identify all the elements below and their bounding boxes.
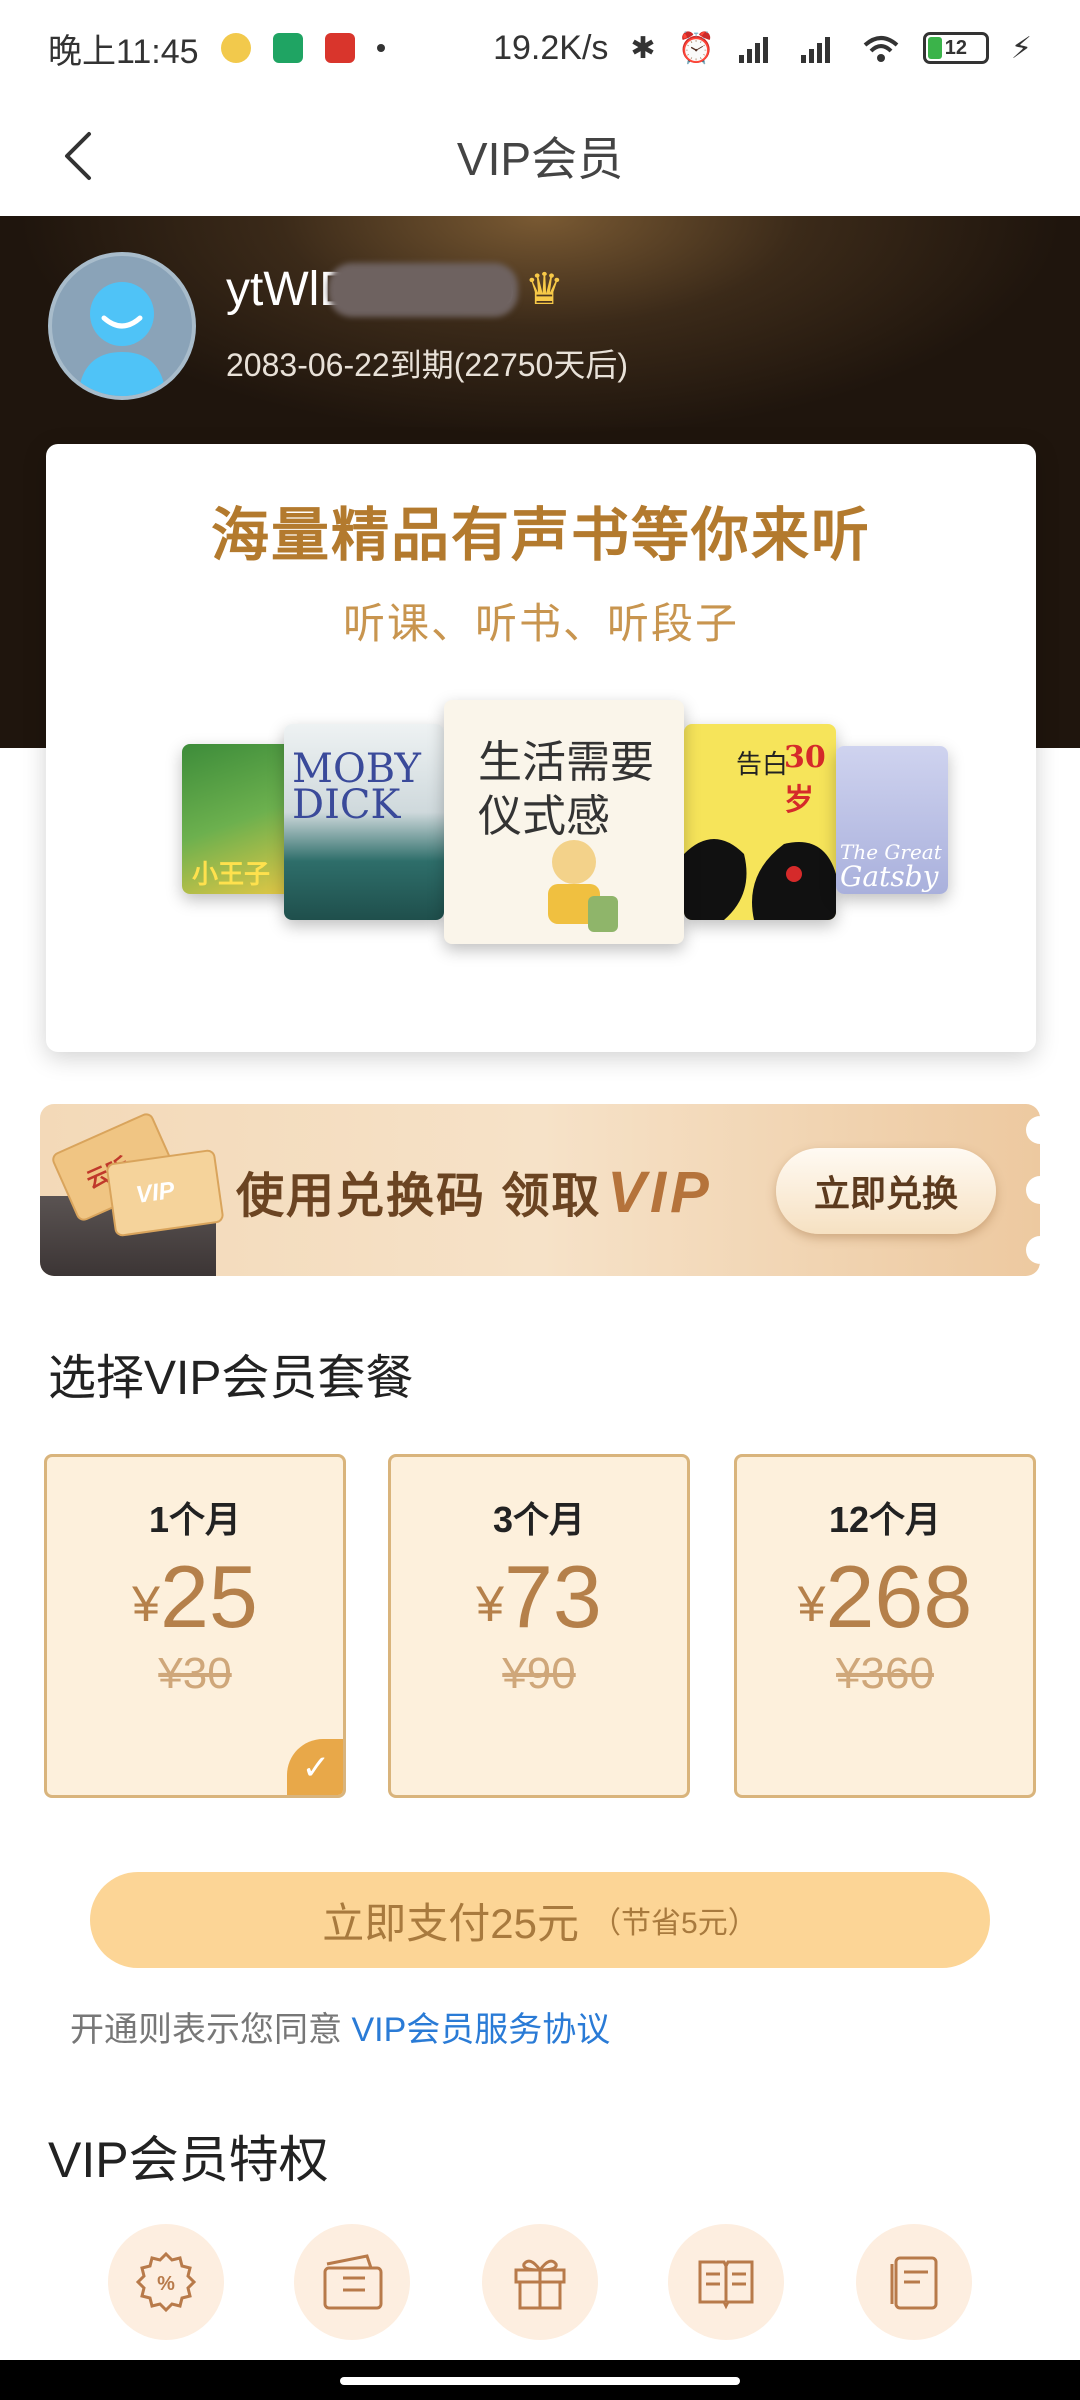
- default-avatar-icon: [78, 282, 166, 396]
- bluetooth-icon: ✱: [630, 31, 656, 65]
- book-cover-ritual[interactable]: 生活需要 仪式感: [444, 700, 684, 944]
- currency-symbol: ¥: [797, 1576, 826, 1632]
- wifi-icon: [863, 36, 899, 62]
- redeem-text: 使用兑换码 领取 VIP: [236, 1156, 713, 1226]
- book-cover-confession[interactable]: 告白 30岁: [684, 724, 836, 920]
- network-speed: 19.2K/s: [493, 28, 609, 67]
- book-cover-subtitle: 30岁: [784, 740, 826, 818]
- currency-symbol: ¥: [476, 1576, 504, 1632]
- plan-card-3-months[interactable]: 3个月 ¥73 ¥90: [388, 1454, 690, 1798]
- redeem-button[interactable]: 立即兑换: [776, 1148, 996, 1234]
- plan-duration: 3个月: [492, 1499, 586, 1540]
- status-time: 晚上11:45: [48, 32, 199, 71]
- book-cover-title: 告白: [736, 750, 789, 780]
- book-cover-subtitle: Gatsby: [840, 860, 939, 893]
- promo-subtitle: 听课、听书、听段子: [342, 600, 739, 647]
- selected-check-icon: ✓: [287, 1739, 343, 1795]
- gesture-bar: [0, 2360, 1080, 2400]
- avatar[interactable]: [48, 252, 196, 400]
- discount-icon-graphic: %: [135, 2251, 197, 2313]
- currency-symbol: ¥: [132, 1576, 160, 1632]
- agreement-text: 开通则表示您同意 VIP会员服务协议: [70, 2002, 610, 2051]
- ticket-graphic-2: VIP: [105, 1148, 225, 1238]
- discount-icon[interactable]: %: [108, 2224, 224, 2340]
- book-icon[interactable]: [668, 2224, 784, 2340]
- plan-price: ¥268: [737, 1553, 1033, 1641]
- agreement-prefix: 开通则表示您同意: [70, 2011, 352, 2049]
- plan-duration: 1个月: [148, 1499, 242, 1540]
- svg-text:%: %: [157, 2273, 175, 2295]
- crown-icon: ♛: [524, 265, 565, 314]
- gift-icon-graphic: [514, 2259, 566, 2310]
- book-cover-title: 小王子: [192, 860, 271, 890]
- gift-icon[interactable]: [482, 2224, 598, 2340]
- plan-duration: 12个月: [828, 1499, 942, 1540]
- back-button[interactable]: [48, 126, 108, 186]
- nav-bar: VIP会员: [0, 96, 1080, 216]
- app-notification-icon: [220, 33, 251, 63]
- plan-price-value: 73: [503, 1547, 602, 1646]
- redeem-label: 使用兑换码 领取: [236, 1170, 602, 1223]
- battery-level: 12: [944, 36, 968, 59]
- status-left: 晚上11:45: [48, 24, 385, 73]
- book-cover-gatsby[interactable]: The Great Gatsby: [836, 746, 948, 894]
- book-cover-moby-dick[interactable]: MOBY DICK: [284, 724, 444, 920]
- username-row: ytWlD o ♛: [226, 262, 564, 317]
- plans-section-title: 选择VIP会员套餐: [48, 1352, 414, 1405]
- page-title: VIP会员: [456, 133, 624, 185]
- plan-price-value: 25: [159, 1547, 258, 1646]
- plan-original-price: ¥90: [502, 1649, 576, 1698]
- agreement-link[interactable]: VIP会员服务协议: [351, 2011, 610, 2049]
- signal-icon-2: [800, 37, 830, 63]
- banner-notch: [1026, 1236, 1040, 1264]
- banner-notch: [1026, 1116, 1040, 1144]
- vip-expiry: 2083-06-22到期(22750天后): [226, 347, 628, 383]
- promo-title: 海量精品有声书等你来听: [210, 503, 871, 568]
- privileges-title: VIP会员特权: [48, 2132, 329, 2188]
- ticket-vip-text: VIP: [134, 1176, 177, 1209]
- redeem-banner[interactable]: 云听 VIP 使用兑换码 领取VIP 立即兑换: [40, 1104, 1040, 1276]
- document-icon-graphic: [890, 2256, 938, 2310]
- redeem-vip-label: VIP: [607, 1160, 713, 1225]
- pay-label: 立即支付25元: [322, 1899, 580, 1947]
- ticket-icon[interactable]: [294, 2224, 410, 2340]
- plan-original-price: ¥30: [158, 1649, 232, 1698]
- book-icon-graphic: [698, 2260, 754, 2310]
- pay-now-button[interactable]: 立即支付25元 （节省5元）: [90, 1872, 990, 1968]
- book-illustration: [548, 840, 618, 932]
- download-notification-icon: [272, 33, 303, 63]
- alarm-icon: ⏰: [677, 31, 715, 65]
- document-icon[interactable]: [856, 2224, 972, 2340]
- banner-notch: [1026, 1176, 1040, 1204]
- plan-price: ¥25: [47, 1553, 343, 1641]
- book-cover-subtitle: DICK: [292, 782, 401, 828]
- home-indicator[interactable]: [340, 2377, 740, 2385]
- battery-icon: 12: [922, 32, 989, 64]
- charging-icon: ⚡: [1010, 31, 1032, 65]
- chevron-left-icon: [65, 132, 91, 180]
- status-right: 19.2K/s ✱ ⏰ 12 ⚡: [493, 29, 1032, 68]
- plan-card-1-month[interactable]: 1个月 ¥25 ¥30 ✓: [44, 1454, 346, 1798]
- plan-original-price: ¥360: [836, 1649, 934, 1698]
- status-bar: 晚上11:45 19.2K/s ✱ ⏰ 12 ⚡: [0, 0, 1080, 96]
- ticket-icon-graphic: [323, 2254, 383, 2310]
- promo-card: 海量精品有声书等你来听 听课、听书、听段子 小王子 MOBY DICK 生活需要…: [46, 444, 1036, 1052]
- plan-price: ¥73: [391, 1553, 687, 1641]
- plan-price-value: 268: [825, 1547, 973, 1646]
- book-illustration: [684, 839, 836, 920]
- more-notifications-icon: [376, 44, 385, 52]
- plan-card-12-months[interactable]: 12个月 ¥268 ¥360: [734, 1454, 1036, 1798]
- app-notification-icon-2: [324, 33, 355, 63]
- username-redaction: [327, 262, 518, 317]
- pay-savings: （节省5元）: [591, 1907, 758, 1940]
- signal-icon: [738, 37, 768, 63]
